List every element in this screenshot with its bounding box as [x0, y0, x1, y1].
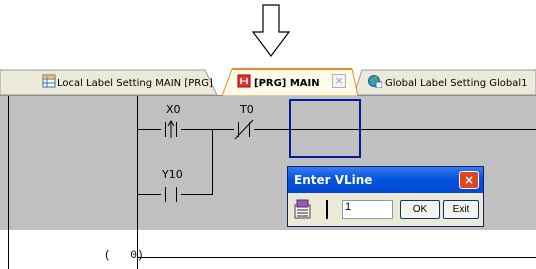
enter-vline-dialog: Enter VLine × 1 OK Exit [287, 166, 484, 227]
step-number: ( 0) [104, 250, 144, 262]
dialog-body: 1 OK Exit [288, 193, 483, 226]
ladder-program-icon [237, 74, 251, 88]
contact-t0-label: T0 [240, 103, 254, 116]
tab-prg-main[interactable]: [PRG] MAIN [254, 78, 320, 89]
ladder-cursor[interactable] [289, 99, 361, 158]
tab-close-button[interactable]: × [332, 74, 346, 88]
exit-button[interactable]: Exit [443, 200, 479, 219]
down-arrow-icon [251, 4, 291, 57]
dialog-close-button[interactable]: × [459, 171, 479, 189]
label-table-icon [42, 74, 56, 88]
edit-mode-icon[interactable] [293, 199, 313, 220]
dialog-title: Enter VLine [294, 173, 373, 187]
ok-button[interactable]: OK [400, 200, 440, 219]
contact-x0-label: X0 [166, 103, 181, 116]
vline-count-input[interactable]: 1 [342, 200, 393, 219]
dialog-title-bar[interactable]: Enter VLine × [288, 167, 483, 193]
vertical-line-icon [326, 200, 328, 219]
tab-global-label-setting[interactable]: Global Label Setting Global1 [385, 78, 527, 89]
contact-y10-label: Y10 [162, 168, 183, 181]
global-label-icon [368, 75, 382, 88]
tab-local-label-setting[interactable]: Local Label Setting MAIN [PRG] [57, 78, 213, 89]
